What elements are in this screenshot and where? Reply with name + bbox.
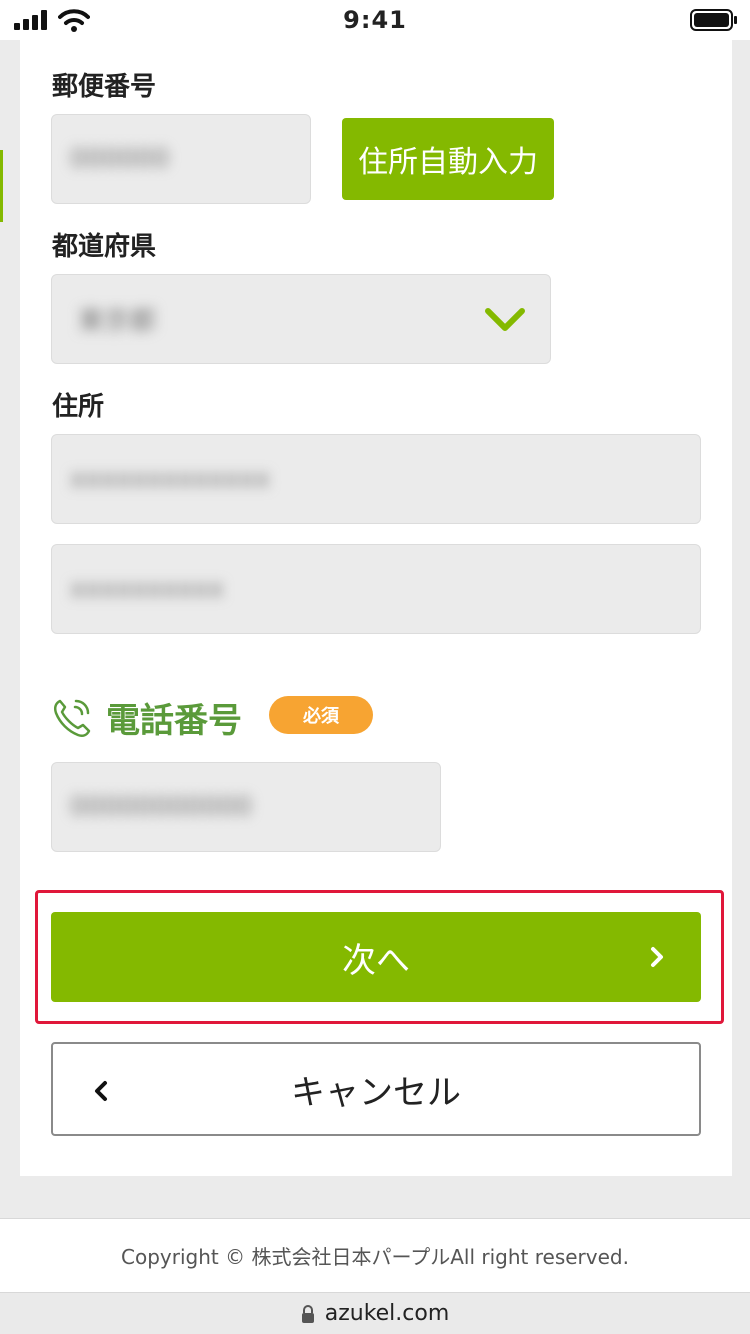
cancel-button[interactable]: キャンセル [51, 1042, 701, 1136]
phone-icon [53, 699, 91, 738]
phone-label: 電話番号 [106, 700, 242, 741]
required-badge: 必須 [269, 696, 373, 734]
postal-code-input[interactable]: 000000 [51, 114, 311, 204]
postal-code-value: 000000 [70, 144, 170, 174]
postal-code-label: 郵便番号 [52, 72, 157, 102]
auto-address-button[interactable]: 住所自動入力 [342, 118, 554, 200]
chevron-left-icon [95, 1081, 107, 1101]
next-button[interactable]: 次へ [51, 912, 701, 1002]
browser-url-bar[interactable]: azukel.com [0, 1292, 750, 1334]
prefecture-value: 東京都 [78, 306, 157, 337]
copyright-text: Copyright © 株式会社日本パープルAll right reserved… [121, 1245, 629, 1269]
status-time: 9:41 [343, 6, 407, 34]
status-bar: 9:41 [0, 0, 750, 40]
address-label: 住所 [52, 392, 105, 422]
phone-value: 00000000000 [70, 792, 252, 822]
footer: Copyright © 株式会社日本パープルAll right reserved… [0, 1218, 750, 1292]
next-button-label: 次へ [342, 940, 410, 981]
battery-icon [690, 9, 737, 31]
address-line1-value: xxxxxxxxxxxxx [70, 464, 271, 494]
prefecture-select[interactable]: 東京都 [51, 274, 551, 364]
lock-icon [301, 1304, 314, 1323]
cancel-button-label: キャンセル [291, 1072, 461, 1113]
phone-section-title: 電話番号 [50, 692, 242, 742]
phone-input[interactable]: 00000000000 [51, 762, 441, 852]
prefecture-label: 都道府県 [52, 232, 157, 262]
url-text: azukel.com [324, 1301, 450, 1326]
left-accent-bar [0, 150, 3, 222]
chevron-down-icon [485, 308, 525, 331]
address-line2-input[interactable]: xxxxxxxxxx [51, 544, 701, 634]
chevron-right-icon [651, 947, 663, 967]
address-line2-value: xxxxxxxxxx [70, 574, 224, 604]
address-line1-input[interactable]: xxxxxxxxxxxxx [51, 434, 701, 524]
